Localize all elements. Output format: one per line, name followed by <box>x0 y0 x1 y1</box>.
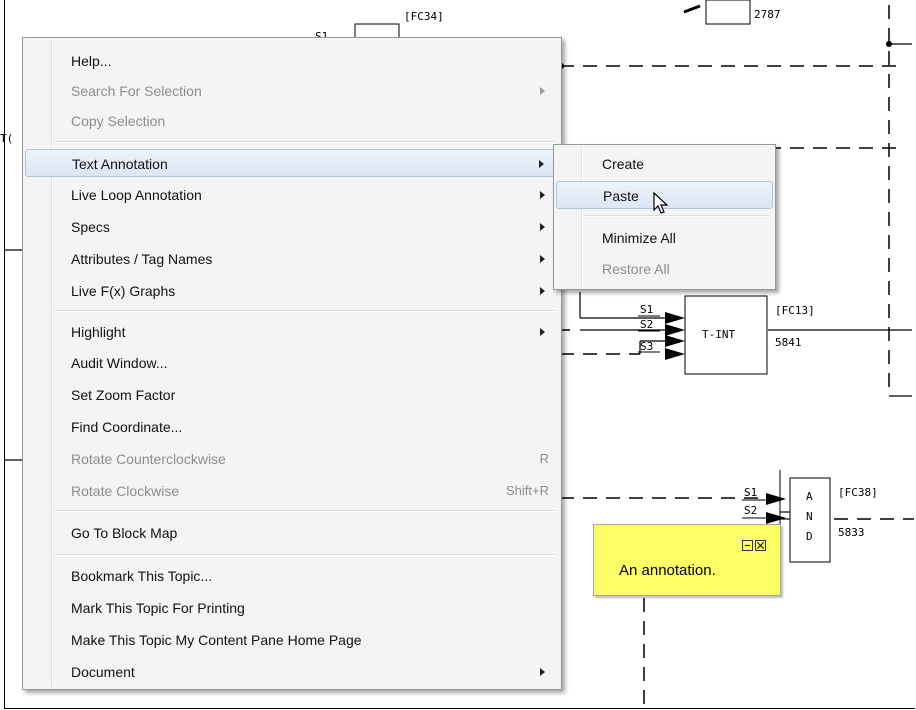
submenu-arrow-icon <box>540 668 545 676</box>
submenu-item-restore-all[interactable]: Restore All <box>556 255 773 283</box>
submenu-arrow-icon <box>540 255 545 263</box>
menu-item-label: Find Coordinate... <box>71 419 183 435</box>
menu-separator <box>55 141 555 143</box>
menu-item-go-to-block-map[interactable]: Go To Block Map <box>25 519 559 547</box>
menu-item-rotate-counterclockwise[interactable]: Rotate Counterclockwise R <box>25 445 559 473</box>
and-input-s2: S2 <box>744 504 757 517</box>
junction-dot <box>886 41 892 47</box>
submenu-item-label: Create <box>602 156 645 172</box>
context-menu: Help... Search For Selection Copy Select… <box>22 37 562 690</box>
menu-item-label: Document <box>71 664 135 680</box>
menu-item-label: Set Zoom Factor <box>71 387 176 403</box>
arrow <box>665 348 685 360</box>
menu-item-label: Highlight <box>71 324 126 340</box>
menu-item-shortcut: R <box>539 451 549 466</box>
top-block-number: 2787 <box>754 8 781 21</box>
text-annotation-submenu: Create Paste Minimize All Restore All <box>553 144 776 290</box>
menu-item-label: Search For Selection <box>71 83 202 99</box>
menu-separator <box>55 310 555 312</box>
menu-item-highlight[interactable]: Highlight <box>25 318 559 346</box>
menu-item-specs[interactable]: Specs <box>25 213 559 241</box>
menu-item-label: Live F(x) Graphs <box>71 283 176 299</box>
menu-item-label: Specs <box>71 219 110 235</box>
menu-item-document[interactable]: Document <box>25 658 559 686</box>
t-int-tag: [FC13] <box>775 304 815 317</box>
menu-item-copy-selection[interactable]: Copy Selection <box>25 107 559 135</box>
menu-item-find-coordinate[interactable]: Find Coordinate... <box>25 413 559 441</box>
and-number: 5833 <box>838 526 865 539</box>
submenu-item-label: Restore All <box>602 261 670 277</box>
top-block <box>705 0 751 25</box>
t-int-input-s1: S1 <box>640 303 653 316</box>
t-int-label: T-INT <box>702 328 735 341</box>
arrow <box>683 4 701 14</box>
submenu-arrow-icon <box>540 87 545 95</box>
t-int-number: 5841 <box>775 336 802 349</box>
menu-item-search-for-selection[interactable]: Search For Selection <box>25 77 559 105</box>
close-icon[interactable] <box>755 540 766 551</box>
and-letter-n: N <box>806 510 813 523</box>
menu-item-label: Go To Block Map <box>71 525 178 541</box>
menu-item-label: Help... <box>71 53 112 69</box>
submenu-arrow-icon <box>540 328 545 336</box>
menu-item-shortcut: Shift+R <box>506 483 549 498</box>
fc34-tag: [FC34] <box>404 10 444 23</box>
menu-separator <box>584 215 770 217</box>
and-tag: [FC38] <box>838 486 878 499</box>
menu-item-bookmark-this-topic[interactable]: Bookmark This Topic... <box>25 562 559 590</box>
menu-item-set-zoom-factor[interactable]: Set Zoom Factor <box>25 381 559 409</box>
arrow <box>766 512 786 524</box>
and-letter-d: D <box>806 530 813 543</box>
submenu-arrow-icon <box>540 191 545 199</box>
menu-item-audit-window[interactable]: Audit Window... <box>25 349 559 377</box>
t-int-input-s2: S2 <box>640 318 653 331</box>
annotation-text: An annotation. <box>619 562 716 579</box>
menu-item-attributes-tag-names[interactable]: Attributes / Tag Names <box>25 245 559 273</box>
arrow <box>665 312 685 324</box>
mouse-pointer-icon <box>653 192 669 214</box>
menu-separator <box>55 554 555 556</box>
menu-item-make-home-page[interactable]: Make This Topic My Content Pane Home Pag… <box>25 626 559 654</box>
annotation-note[interactable]: An annotation. <box>593 524 781 596</box>
partial-left-label: T( <box>0 132 13 145</box>
menu-item-help[interactable]: Help... <box>25 47 559 75</box>
submenu-arrow-icon <box>540 223 545 231</box>
menu-item-label: Attributes / Tag Names <box>71 251 213 267</box>
submenu-arrow-icon <box>540 287 545 295</box>
menu-item-label: Live Loop Annotation <box>71 187 202 203</box>
arrow <box>766 493 786 505</box>
menu-item-label: Copy Selection <box>71 113 166 129</box>
menu-item-live-fx-graphs[interactable]: Live F(x) Graphs <box>25 277 559 305</box>
menu-item-label: Rotate Counterclockwise <box>71 451 226 467</box>
menu-item-rotate-clockwise[interactable]: Rotate Clockwise Shift+R <box>25 477 559 505</box>
menu-separator <box>55 510 555 512</box>
menu-item-label: Rotate Clockwise <box>71 483 180 499</box>
page: [FC34] S1 2787 T-INT [FC13] 5841 S1 S2 S… <box>0 0 916 710</box>
arrow <box>665 324 685 336</box>
menu-item-label: Bookmark This Topic... <box>71 568 213 584</box>
menu-item-label: Make This Topic My Content Pane Home Pag… <box>71 632 362 648</box>
submenu-arrow-icon <box>539 160 544 168</box>
and-letter-a: A <box>806 490 813 503</box>
submenu-item-label: Paste <box>603 188 639 204</box>
menu-item-text-annotation[interactable]: Text Annotation <box>25 149 559 177</box>
menu-item-label: Mark This Topic For Printing <box>71 600 245 616</box>
minimize-icon[interactable] <box>742 540 753 551</box>
and-input-s1: S1 <box>744 486 757 499</box>
menu-item-label: Text Annotation <box>72 156 168 172</box>
t-int-input-s3: S3 <box>640 340 653 353</box>
submenu-item-minimize-all[interactable]: Minimize All <box>556 224 773 252</box>
arrow <box>665 335 685 347</box>
submenu-item-create[interactable]: Create <box>556 150 773 178</box>
menu-item-live-loop-annotation[interactable]: Live Loop Annotation <box>25 181 559 209</box>
submenu-item-label: Minimize All <box>602 230 676 246</box>
menu-item-mark-topic-for-printing[interactable]: Mark This Topic For Printing <box>25 594 559 622</box>
menu-item-label: Audit Window... <box>71 355 168 371</box>
